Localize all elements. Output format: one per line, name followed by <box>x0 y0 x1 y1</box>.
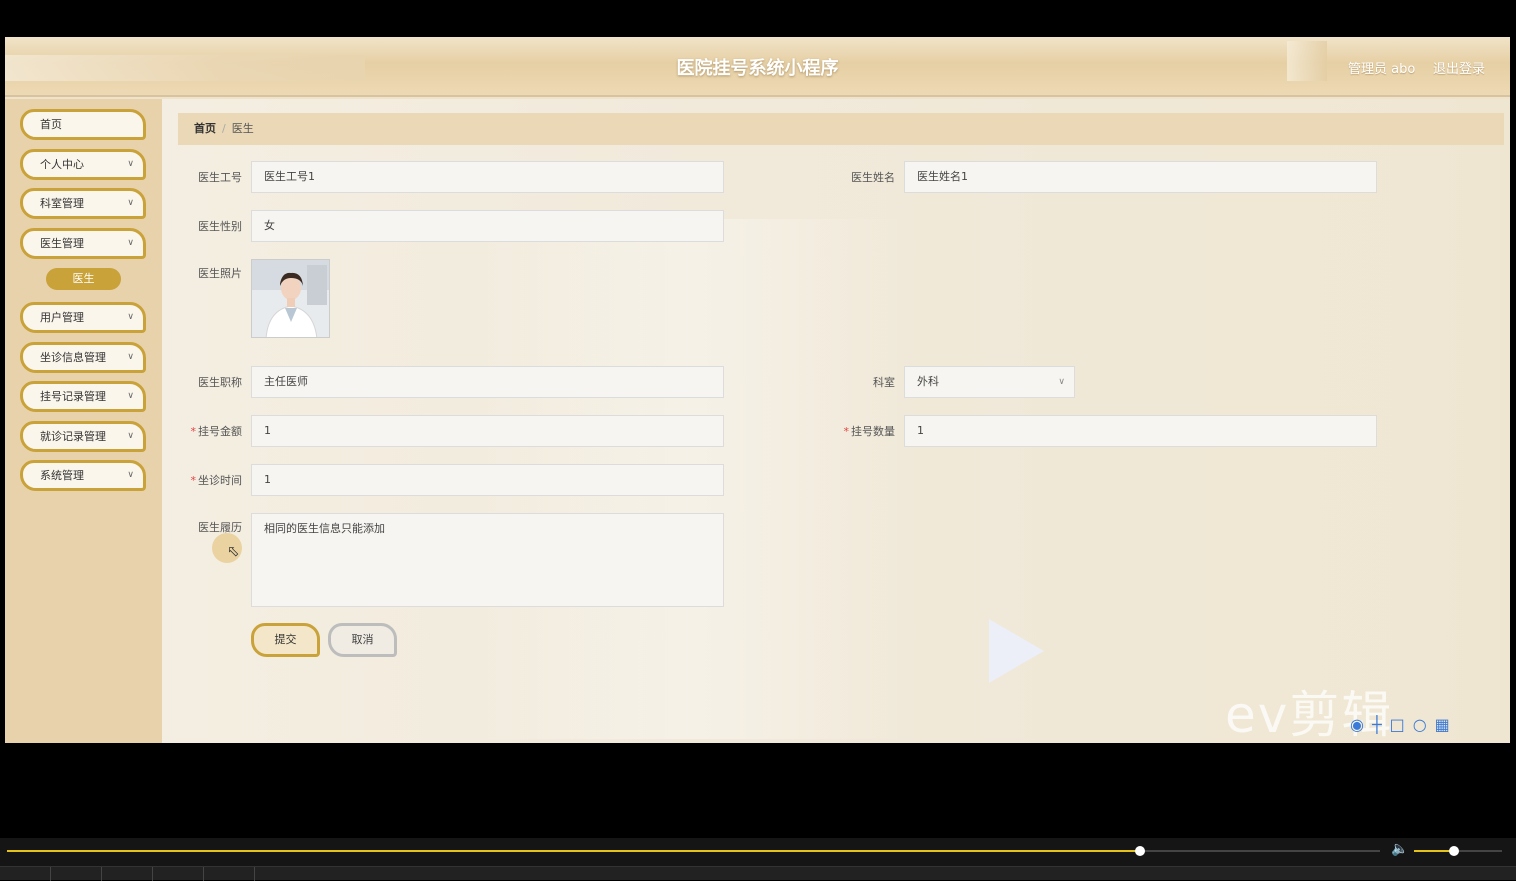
submit-button[interactable]: 提交 <box>251 623 320 657</box>
watermark-play-icon <box>989 619 1044 683</box>
strip-divider <box>152 867 153 881</box>
app-header: 医院挂号系统小程序 管理员 abo 退出登录 <box>5 37 1510 97</box>
sidebar-item-label: 个人中心 <box>40 158 84 171</box>
sidebar-item-label: 坐诊信息管理 <box>40 351 106 364</box>
doctor-id-label: 医生工号 <box>198 171 242 184</box>
chevron-down-icon: ∨ <box>127 238 134 248</box>
volume-handle[interactable] <box>1448 846 1459 856</box>
sidebar-item-label: 医生管理 <box>40 237 84 250</box>
required-mark: * <box>190 425 197 438</box>
player-bottom-strip <box>0 866 1516 881</box>
doctor-name-label: 医生姓名 <box>851 171 895 184</box>
mouse-cursor-icon: ⬁ <box>227 542 240 560</box>
chevron-down-icon: ∨ <box>127 391 134 401</box>
sidebar: 首页 个人中心 ∨ 科室管理 ∨ 医生管理 ∨ 医生 用户管理 ∨ 坐诊信息管理… <box>5 99 162 743</box>
strip-divider <box>254 867 255 881</box>
department-select[interactable]: 外科 ∨ <box>904 366 1075 398</box>
breadcrumb-current: 医生 <box>231 122 254 135</box>
chevron-down-icon: ∨ <box>1058 377 1065 387</box>
fee-label: * 挂号金额 <box>162 423 243 439</box>
chevron-down-icon: ∨ <box>127 470 134 480</box>
sidebar-item-clinic-info-management[interactable]: 坐诊信息管理 ∨ <box>20 342 146 373</box>
doctor-name-field[interactable]: 医生姓名1 <box>904 161 1377 193</box>
doctor-photo[interactable] <box>251 259 330 338</box>
required-mark: * <box>843 425 850 438</box>
breadcrumb: 首页 / 医生 <box>178 113 1504 145</box>
department-selected-value: 外科 <box>917 375 939 388</box>
quota-label-text: 挂号数量 <box>851 425 895 438</box>
sidebar-item-label: 用户管理 <box>40 311 84 324</box>
volume-icon[interactable]: 🔈 <box>1391 841 1408 857</box>
sidebar-item-label: 首页 <box>40 118 62 131</box>
watermark-toolbar-icons: ◉┼□○▦ <box>1350 715 1458 734</box>
fee-label-text: 挂号金额 <box>198 425 242 438</box>
cancel-button[interactable]: 取消 <box>328 623 397 657</box>
video-player-controls: 🔈 <box>0 838 1516 881</box>
clinic-time-label: * 坐诊时间 <box>162 472 243 488</box>
sidebar-item-registration-records[interactable]: 挂号记录管理 ∨ <box>20 381 146 412</box>
breadcrumb-separator: / <box>222 122 226 135</box>
doctor-gender-field[interactable]: 女 <box>251 210 724 242</box>
current-user-label: 管理员 abo <box>1348 62 1416 77</box>
doctor-id-field[interactable]: 医生工号1 <box>251 161 724 193</box>
sidebar-item-user-management[interactable]: 用户管理 ∨ <box>20 302 146 333</box>
chevron-down-icon: ∨ <box>127 198 134 208</box>
volume-fill <box>1414 850 1454 852</box>
sidebar-subitem-doctor[interactable]: 医生 <box>46 268 121 290</box>
sidebar-item-doctor-management[interactable]: 医生管理 ∨ <box>20 228 146 259</box>
doctor-photo-label: 医生照片 <box>198 267 242 280</box>
logout-link[interactable]: 退出登录 <box>1433 58 1485 77</box>
chevron-down-icon: ∨ <box>127 431 134 441</box>
resume-textarea[interactable]: 相同的医生信息只能添加 <box>251 513 724 607</box>
sidebar-item-label: 系统管理 <box>40 469 84 482</box>
department-label: 科室 <box>873 376 895 389</box>
doctor-photo-image <box>252 260 329 337</box>
clinic-time-label-text: 坐诊时间 <box>198 474 242 487</box>
breadcrumb-home[interactable]: 首页 <box>194 122 216 135</box>
chevron-down-icon: ∨ <box>127 312 134 322</box>
progress-handle[interactable] <box>1134 846 1145 856</box>
strip-divider <box>101 867 102 881</box>
clinic-time-field[interactable]: 1 <box>251 464 724 496</box>
sidebar-item-home[interactable]: 首页 <box>20 109 146 140</box>
sidebar-item-department-management[interactable]: 科室管理 ∨ <box>20 188 146 219</box>
video-frame: 医院挂号系统小程序 管理员 abo 退出登录 首页 个人中心 ∨ 科室管理 ∨ … <box>5 37 1510 743</box>
sidebar-item-label: 挂号记录管理 <box>40 390 106 403</box>
sidebar-item-system-management[interactable]: 系统管理 ∨ <box>20 460 146 491</box>
doctor-title-label: 医生职称 <box>198 376 242 389</box>
doctor-title-field[interactable]: 主任医师 <box>251 366 724 398</box>
quota-label: * 挂号数量 <box>815 423 896 439</box>
progress-bar[interactable] <box>7 846 1380 856</box>
app-title: 医院挂号系统小程序 <box>676 58 839 79</box>
quota-field[interactable]: 1 <box>904 415 1377 447</box>
strip-divider <box>203 867 204 881</box>
main-content: 首页 / 医生 医生工号 医生工号1 医生姓名 医生姓名1 医生性别 女 医生照片 … <box>162 99 1510 743</box>
progress-fill <box>7 850 1140 852</box>
sidebar-item-personal-center[interactable]: 个人中心 ∨ <box>20 149 146 180</box>
doctor-gender-label: 医生性别 <box>198 220 242 233</box>
sidebar-item-label: 就诊记录管理 <box>40 430 106 443</box>
volume-slider[interactable] <box>1414 846 1502 856</box>
chevron-down-icon: ∨ <box>127 159 134 169</box>
required-mark: * <box>190 474 197 487</box>
sidebar-item-label: 科室管理 <box>40 197 84 210</box>
sidebar-item-visit-records[interactable]: 就诊记录管理 ∨ <box>20 421 146 452</box>
chevron-down-icon: ∨ <box>127 352 134 362</box>
strip-divider <box>50 867 51 881</box>
fee-field[interactable]: 1 <box>251 415 724 447</box>
